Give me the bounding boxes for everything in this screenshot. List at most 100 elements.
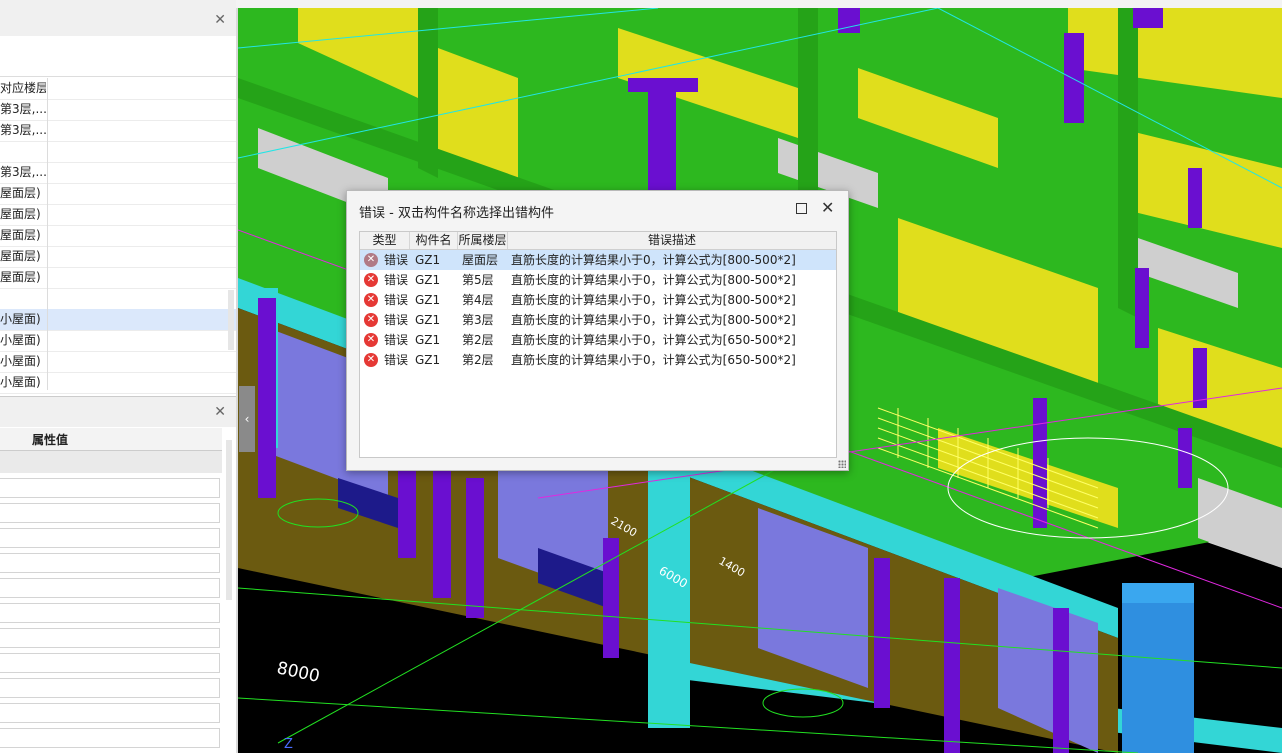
floor-name: 屋面层: [462, 253, 499, 267]
component-name[interactable]: GZ1: [415, 350, 440, 370]
floor-name: 第5层: [462, 273, 494, 287]
list-item[interactable]: [0, 288, 236, 310]
list-item[interactable]: 小屋面): [0, 330, 236, 352]
close-icon[interactable]: ✕: [214, 404, 226, 420]
list-scrollbar[interactable]: [228, 290, 234, 350]
property-value-input[interactable]: [0, 503, 220, 523]
property-value-input[interactable]: [0, 528, 220, 548]
list-item-floor: 屋面层): [0, 249, 41, 263]
property-table-header: 属性值: [0, 428, 222, 451]
list-item-floor: 小屋面): [0, 333, 41, 347]
floor-name: 第3层: [462, 313, 494, 327]
list-item-floor: 小屋面): [0, 312, 41, 326]
viewport-top-bar: [236, 0, 1282, 8]
list-item[interactable]: 第3层,...: [0, 162, 236, 184]
error-type: 错误: [384, 313, 409, 327]
list-item[interactable]: 小屋面): [0, 372, 236, 394]
property-value-input[interactable]: [0, 578, 220, 598]
table-row[interactable]: ✕ 错误 GZ1 屋面层 直筋长度的计算结果小于0，计算公式为[800-500*2]: [360, 250, 836, 270]
list-item-floor: 屋面层): [0, 270, 41, 284]
error-dialog: 错误 - 双击构件名称选择出错构件 ✕ 类型 构件名称 所属楼层 错误描述 ✕ 错…: [346, 190, 849, 471]
property-value-input[interactable]: [0, 653, 220, 673]
error-description: 直筋长度的计算结果小于0，计算公式为[800-500*2]: [511, 293, 796, 307]
list-item[interactable]: 小屋面): [0, 309, 236, 331]
list-item-floor: 小屋面): [0, 354, 41, 368]
error-icon: ✕: [364, 313, 378, 327]
list-item[interactable]: 屋面层): [0, 246, 236, 268]
column-header-name[interactable]: 构件名称: [410, 232, 458, 264]
table-row[interactable]: ✕ 错误 GZ1 第3层 直筋长度的计算结果小于0，计算公式为[800-500*2]: [360, 310, 836, 330]
table-row[interactable]: ✕ 错误 GZ1 第2层 直筋长度的计算结果小于0，计算公式为[650-500*2]: [360, 350, 836, 370]
property-group-row: [0, 451, 222, 473]
error-type: 错误: [384, 353, 409, 367]
error-icon: ✕: [364, 273, 378, 287]
property-value-input[interactable]: [0, 628, 220, 648]
floor-name: 第2层: [462, 333, 494, 347]
property-value-input[interactable]: [0, 678, 220, 698]
error-icon: ✕: [364, 253, 378, 267]
list-item[interactable]: 第3层,...: [0, 120, 236, 142]
list-item-floor: 对应楼层: [0, 81, 46, 95]
property-value-input[interactable]: [0, 603, 220, 623]
list-item-floor: 屋面层): [0, 186, 41, 200]
dialog-title: 错误 - 双击构件名称选择出错构件: [359, 206, 554, 221]
floor-name: 第2层: [462, 353, 494, 367]
error-description: 直筋长度的计算结果小于0，计算公式为[800-500*2]: [511, 253, 796, 267]
table-row[interactable]: ✕ 错误 GZ1 第4层 直筋长度的计算结果小于0，计算公式为[800-500*2]: [360, 290, 836, 310]
column-header-type[interactable]: 类型: [360, 232, 410, 249]
maximize-icon[interactable]: [796, 203, 807, 214]
error-description: 直筋长度的计算结果小于0，计算公式为[800-500*2]: [511, 313, 796, 327]
collapse-panel-button[interactable]: ‹: [239, 386, 255, 452]
error-type: 错误: [384, 273, 409, 287]
error-icon: ✕: [364, 353, 378, 367]
table-row[interactable]: ✕ 错误 GZ1 第5层 直筋长度的计算结果小于0，计算公式为[800-500*2]: [360, 270, 836, 290]
floor-name: 第4层: [462, 293, 494, 307]
error-description: 直筋长度的计算结果小于0，计算公式为[800-500*2]: [511, 273, 796, 287]
list-item[interactable]: 屋面层): [0, 204, 236, 226]
property-value-input[interactable]: [0, 553, 220, 573]
error-type: 错误: [384, 253, 409, 267]
list-item-floor: 小屋面): [0, 375, 41, 389]
list-item[interactable]: 第3层,...: [0, 99, 236, 121]
error-icon: ✕: [364, 333, 378, 347]
component-name[interactable]: GZ1: [415, 290, 440, 310]
component-name[interactable]: GZ1: [415, 330, 440, 350]
property-value-header: 属性值: [32, 433, 69, 447]
component-name[interactable]: GZ1: [415, 270, 440, 290]
list-item[interactable]: 对应楼层: [0, 78, 236, 100]
resize-grip[interactable]: [838, 460, 846, 468]
top-panel-header: ✕: [0, 0, 236, 37]
list-item-floor: 屋面层): [0, 228, 41, 242]
property-value-input[interactable]: [0, 728, 220, 748]
property-value-input[interactable]: [0, 703, 220, 723]
error-table: 类型 构件名称 所属楼层 错误描述 ✕ 错误 GZ1 屋面层直筋长度的计算结果小于0，…: [359, 231, 837, 458]
column-header-description[interactable]: 错误描述: [508, 232, 836, 249]
close-icon[interactable]: ✕: [821, 198, 834, 217]
axis-label: Z: [284, 737, 293, 752]
list-item-floor: 第3层,...: [0, 165, 46, 179]
toolbar-area: [0, 36, 236, 77]
component-name[interactable]: GZ1: [415, 250, 440, 270]
list-item-floor: 第3层,...: [0, 102, 46, 116]
column-divider: [47, 78, 48, 390]
component-name[interactable]: GZ1: [415, 310, 440, 330]
column-header-floor[interactable]: 所属楼层: [458, 232, 508, 249]
list-item[interactable]: 小屋面): [0, 351, 236, 373]
table-row[interactable]: ✕ 错误 GZ1 第2层 直筋长度的计算结果小于0，计算公式为[650-500*2]: [360, 330, 836, 350]
list-item[interactable]: 屋面层): [0, 267, 236, 289]
list-item-floor: 第3层,...: [0, 123, 46, 137]
list-item[interactable]: 屋面层): [0, 225, 236, 247]
list-item[interactable]: [0, 141, 236, 163]
property-value-input[interactable]: [0, 478, 220, 498]
left-panel: ✕ 对应楼层第3层,... 第3层,... 第3层,... 屋面层) 屋面层) 屋面层) 屋…: [0, 0, 236, 753]
close-icon[interactable]: ✕: [214, 12, 226, 28]
error-table-header: 类型 构件名称 所属楼层 错误描述: [360, 232, 836, 264]
property-panel-header: ✕: [0, 396, 236, 427]
error-icon: ✕: [364, 293, 378, 307]
error-description: 直筋长度的计算结果小于0，计算公式为[650-500*2]: [511, 333, 796, 347]
list-item[interactable]: 屋面层): [0, 183, 236, 205]
property-scrollbar[interactable]: [226, 440, 232, 600]
list-item-floor: 屋面层): [0, 207, 41, 221]
error-type: 错误: [384, 333, 409, 347]
error-description: 直筋长度的计算结果小于0，计算公式为[650-500*2]: [511, 353, 796, 367]
